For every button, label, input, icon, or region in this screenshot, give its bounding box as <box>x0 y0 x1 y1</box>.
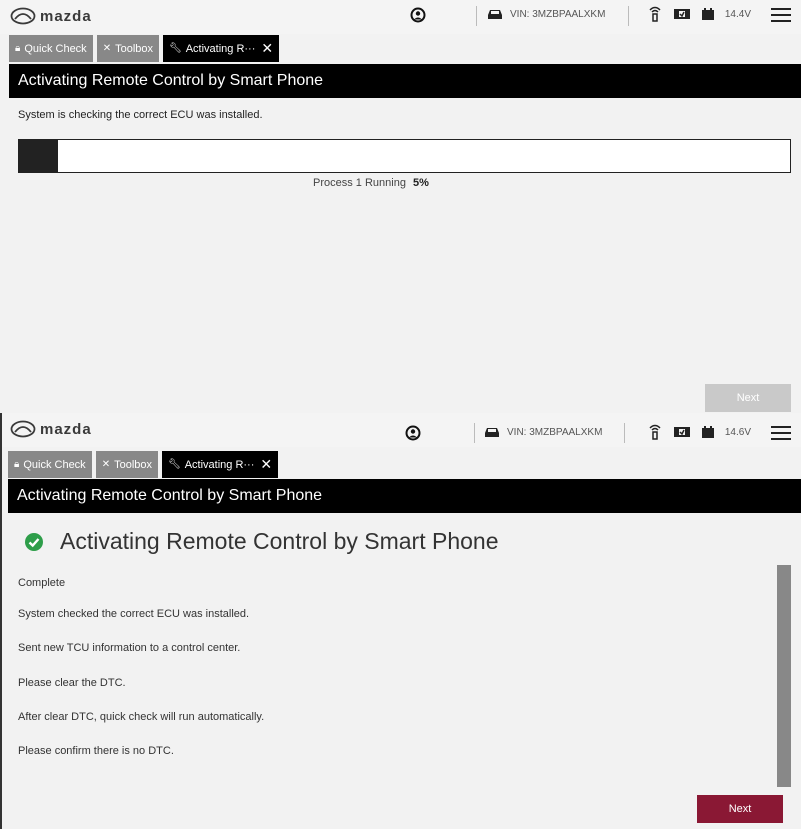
status-icons: 14.4V <box>647 6 751 22</box>
tab-label: Toolbox <box>114 458 152 471</box>
progress-fill <box>19 140 58 172</box>
connection-icon[interactable] <box>647 6 663 22</box>
tab-activating[interactable]: 🔧︎ Activating R··· ✕ <box>163 35 280 62</box>
top-bar: mazda VIN: 3MZBPAALXKM 14.6V <box>2 413 801 447</box>
vci-icon[interactable] <box>673 425 691 439</box>
mazda-logo-icon <box>10 7 36 25</box>
tools-icon: ✕ <box>102 43 112 54</box>
voltage-text: 14.6V <box>724 426 751 438</box>
status-icons: 14.6V <box>647 424 751 440</box>
tab-label: Quick Check <box>23 458 86 471</box>
logo-text: mazda <box>40 420 92 438</box>
progress-screen: mazda VIN: 3MZBPAALXKM 14.4V 🔒︎ Quick Ch… <box>0 0 801 413</box>
tab-label: Activating R··· <box>184 458 255 471</box>
result-line: Sent new TCU information to a control ce… <box>18 642 241 654</box>
tab-quick-check[interactable]: 🔒︎ Quick Check <box>8 451 92 478</box>
close-icon[interactable]: ✕ <box>261 40 273 57</box>
vin-text: VIN: 3MZBPAALXKM <box>507 426 603 438</box>
tools-icon: ✕ <box>101 459 111 470</box>
result-line: After clear DTC, quick check will run au… <box>18 711 265 723</box>
status-message: System is checking the correct ECU was i… <box>18 109 263 121</box>
progress-label: Process 1 Running 5% <box>313 177 429 189</box>
tab-label: Quick Check <box>24 42 87 55</box>
tab-bar: 🔒︎ Quick Check ✕ Toolbox 🔧︎ Activating R… <box>8 451 279 478</box>
vin-display: VIN: 3MZBPAALXKM <box>483 426 602 438</box>
tab-toolbox[interactable]: ✕ Toolbox <box>95 451 158 478</box>
menu-icon[interactable] <box>771 8 791 26</box>
connection-icon[interactable] <box>647 424 663 440</box>
close-icon[interactable]: ✕ <box>260 456 272 473</box>
page-title: Activating Remote Control by Smart Phone <box>9 64 801 98</box>
tab-activating[interactable]: 🔧︎ Activating R··· ✕ <box>162 451 279 478</box>
mazda-logo: mazda <box>10 5 92 27</box>
result-line: Please clear the DTC. <box>18 677 126 689</box>
scrollbar[interactable] <box>777 565 791 787</box>
user-icon[interactable] <box>405 425 421 441</box>
voltage-text: 14.4V <box>724 8 751 20</box>
complete-heading: Activating Remote Control by Smart Phone <box>24 528 498 555</box>
tab-quick-check[interactable]: 🔒︎ Quick Check <box>9 35 93 62</box>
check-circle-icon <box>25 532 43 551</box>
menu-icon[interactable] <box>771 426 791 444</box>
car-icon <box>488 10 502 19</box>
complete-heading-text: Activating Remote Control by Smart Phone <box>60 528 499 554</box>
divider <box>624 423 625 443</box>
logo-text: mazda <box>40 7 92 25</box>
divider <box>628 6 629 26</box>
vci-icon[interactable] <box>673 7 691 21</box>
divider <box>474 423 475 443</box>
vin-text: VIN: 3MZBPAALXKM <box>510 8 606 20</box>
progress-bar <box>18 139 791 173</box>
user-icon[interactable] <box>410 7 426 23</box>
tab-label: Toolbox <box>115 42 153 55</box>
bag-icon: 🔒︎ <box>14 459 20 470</box>
battery-icon <box>701 8 714 20</box>
next-button[interactable]: Next <box>705 384 791 412</box>
progress-percent: 5% <box>413 177 429 189</box>
complete-status: Complete <box>18 577 66 589</box>
tab-toolbox[interactable]: ✕ Toolbox <box>96 35 159 62</box>
result-line: Please confirm there is no DTC. <box>18 745 174 757</box>
battery-icon <box>701 426 714 438</box>
wrench-icon: 🔧︎ <box>168 459 181 470</box>
divider <box>476 6 477 26</box>
process-text: Process 1 Running <box>313 177 406 189</box>
bag-icon: 🔒︎ <box>15 43 21 54</box>
page-title: Activating Remote Control by Smart Phone <box>8 479 801 513</box>
complete-screen: mazda VIN: 3MZBPAALXKM 14.6V 🔒︎ Quick Ch… <box>0 413 801 829</box>
next-button[interactable]: Next <box>697 795 783 823</box>
result-line: System checked the correct ECU was insta… <box>18 608 250 620</box>
mazda-logo: mazda <box>10 418 92 440</box>
car-icon <box>485 428 499 437</box>
mazda-logo-icon <box>10 420 36 438</box>
wrench-icon: 🔧︎ <box>169 43 182 54</box>
tab-bar: 🔒︎ Quick Check ✕ Toolbox 🔧︎ Activating R… <box>9 35 280 62</box>
tab-label: Activating R··· <box>185 42 256 55</box>
top-bar: mazda VIN: 3MZBPAALXKM 14.4V <box>0 0 801 34</box>
vin-display: VIN: 3MZBPAALXKM <box>486 8 605 20</box>
